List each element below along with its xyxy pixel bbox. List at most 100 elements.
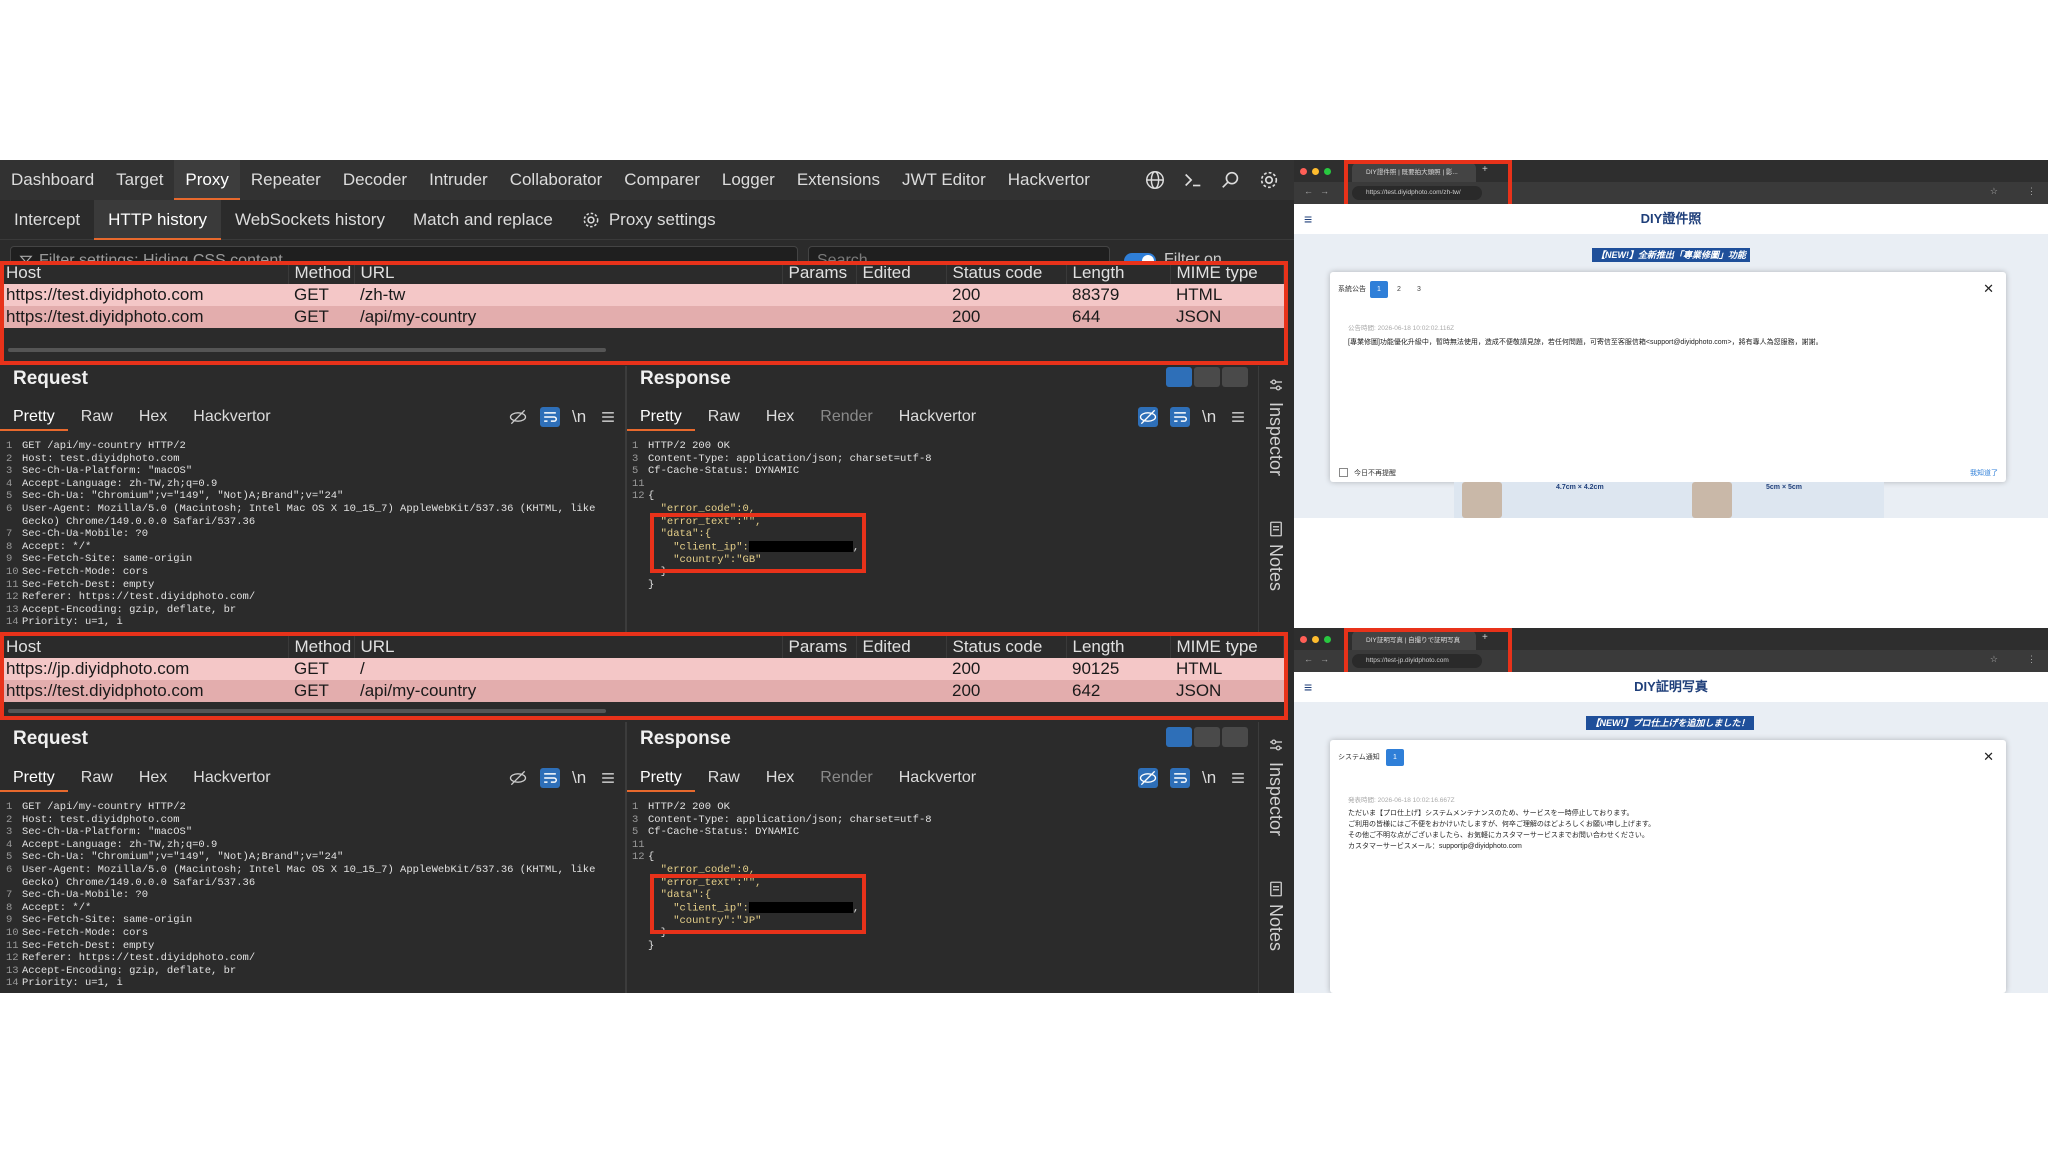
new-tab-icon[interactable]: + — [1482, 632, 1488, 643]
tab-pretty[interactable]: Pretty — [627, 403, 695, 431]
tab-hackvertor[interactable]: Hackvertor — [886, 764, 989, 792]
wrap-icon[interactable] — [540, 768, 560, 788]
table-row[interactable]: https://test.diyidphoto.com GET /api/my-… — [0, 680, 1284, 702]
tab-dashboard[interactable]: Dashboard — [0, 160, 105, 200]
back-arrow-icon[interactable]: ← — [1304, 186, 1313, 196]
col-mime[interactable]: MIME type — [1170, 636, 1284, 658]
tab-hackvertor[interactable]: Hackvertor — [180, 403, 283, 431]
col-status[interactable]: Status code — [946, 262, 1067, 284]
notes-icon[interactable] — [1267, 880, 1285, 898]
notes-label[interactable]: Notes — [1265, 904, 1286, 951]
tab-match-and-replace[interactable]: Match and replace — [399, 200, 567, 240]
wrap-icon[interactable] — [1170, 407, 1190, 427]
page-button-1[interactable]: 1 — [1370, 281, 1388, 298]
globe-icon[interactable] — [1144, 169, 1166, 191]
notes-label[interactable]: Notes — [1265, 544, 1286, 591]
tab-pretty[interactable]: Pretty — [0, 403, 68, 431]
dont-remind-checkbox[interactable] — [1339, 468, 1348, 477]
col-host[interactable]: Host — [0, 636, 289, 658]
forward-arrow-icon[interactable]: → — [1320, 654, 1329, 664]
star-icon[interactable]: ☆ — [1990, 654, 1998, 665]
tab-repeater[interactable]: Repeater — [240, 160, 332, 200]
notes-icon[interactable] — [1267, 520, 1285, 538]
request-editor[interactable]: 1 GET /api/my-country HTTP/2 2 Host: test.d… — [2, 440, 620, 630]
menu-icon[interactable] — [1228, 768, 1248, 788]
minimize-window-button[interactable] — [1312, 168, 1319, 175]
eye-off-icon[interactable] — [1138, 768, 1158, 788]
gear-icon[interactable] — [1258, 169, 1280, 191]
page-button-1[interactable]: 1 — [1386, 749, 1404, 766]
tab-raw[interactable]: Raw — [68, 403, 126, 431]
tab-hex[interactable]: Hex — [126, 403, 180, 431]
newline-toggle[interactable]: \n — [572, 768, 586, 788]
sliders-icon[interactable] — [1267, 376, 1285, 394]
tab-hackvertor[interactable]: Hackvertor — [180, 764, 283, 792]
tab-hackvertor[interactable]: Hackvertor — [997, 160, 1101, 200]
filter-settings-field[interactable]: Filter settings: Hiding CSS content — [10, 246, 798, 262]
menu-icon[interactable] — [598, 768, 618, 788]
close-icon[interactable]: ✕ — [1983, 749, 1994, 765]
request-editor[interactable]: 1 GET /api/my-country HTTP/2 2 Host: test.d… — [2, 801, 620, 991]
newline-toggle[interactable]: \n — [572, 407, 586, 427]
hamburger-menu-icon[interactable]: ≡ — [1304, 204, 1312, 234]
tab-intercept[interactable]: Intercept — [0, 200, 94, 240]
more-icon[interactable]: ⋮ — [2027, 654, 2036, 665]
url-field[interactable]: https://test-jp.diyidphoto.com — [1352, 654, 1482, 668]
more-icon[interactable]: ⋮ — [2027, 186, 2036, 197]
wrap-icon[interactable] — [540, 407, 560, 427]
col-mime[interactable]: MIME type — [1170, 262, 1284, 284]
minimize-window-button[interactable] — [1312, 636, 1319, 643]
tab-logger[interactable]: Logger — [711, 160, 786, 200]
col-url[interactable]: URL — [354, 262, 783, 284]
terminal-icon[interactable] — [1182, 169, 1204, 191]
tabs-layout-button[interactable] — [1222, 727, 1248, 747]
tab-pretty[interactable]: Pretty — [627, 764, 695, 792]
toggle-switch[interactable] — [1124, 253, 1156, 262]
back-arrow-icon[interactable]: ← — [1304, 654, 1313, 664]
tab-websockets-history[interactable]: WebSockets history — [221, 200, 399, 240]
tab-proxy[interactable]: Proxy — [174, 160, 240, 200]
tab-render[interactable]: Render — [807, 764, 885, 792]
tab-extensions[interactable]: Extensions — [786, 160, 891, 200]
tab-intruder[interactable]: Intruder — [418, 160, 499, 200]
split-horizontal-button[interactable] — [1166, 727, 1192, 747]
eye-off-icon[interactable] — [1138, 407, 1158, 427]
split-vertical-button[interactable] — [1194, 727, 1220, 747]
tab-hex[interactable]: Hex — [126, 764, 180, 792]
split-vertical-button[interactable] — [1194, 367, 1220, 387]
col-params[interactable]: Params — [782, 636, 857, 658]
eye-off-icon[interactable] — [508, 768, 528, 788]
tab-pretty[interactable]: Pretty — [0, 764, 68, 792]
proxy-settings-button[interactable]: Proxy settings — [567, 200, 730, 240]
table-row[interactable]: https://test.diyidphoto.com GET /zh-tw 2… — [0, 284, 1284, 306]
col-url[interactable]: URL — [354, 636, 783, 658]
page-button-2[interactable]: 2 — [1390, 281, 1408, 298]
tab-http-history[interactable]: HTTP history — [94, 199, 222, 240]
table-row[interactable]: https://jp.diyidphoto.com GET / 200 9012… — [0, 658, 1284, 680]
tab-comparer[interactable]: Comparer — [613, 160, 711, 200]
star-icon[interactable]: ☆ — [1990, 186, 1998, 197]
browser-tab[interactable]: DIY證件照 | 既要拍大頭照 | 影... — [1352, 163, 1476, 182]
close-window-button[interactable] — [1300, 168, 1307, 175]
menu-icon[interactable] — [1228, 407, 1248, 427]
close-icon[interactable]: ✕ — [1983, 281, 1994, 297]
col-edited[interactable]: Edited — [856, 262, 947, 284]
menu-icon[interactable] — [598, 407, 618, 427]
eye-off-icon[interactable] — [508, 407, 528, 427]
tab-raw[interactable]: Raw — [695, 403, 753, 431]
tabs-layout-button[interactable] — [1222, 367, 1248, 387]
response-editor[interactable]: 1 HTTP/2 200 OK 3 Content-Type: application… — [628, 440, 1248, 630]
search-icon[interactable] — [1220, 169, 1242, 191]
new-tab-icon[interactable]: + — [1482, 164, 1488, 175]
tab-jwt-editor[interactable]: JWT Editor — [891, 160, 997, 200]
tab-raw[interactable]: Raw — [695, 764, 753, 792]
got-it-button[interactable]: 我知道了 — [1970, 468, 1998, 478]
col-host[interactable]: Host — [0, 262, 289, 284]
newline-toggle[interactable]: \n — [1202, 768, 1216, 788]
col-method[interactable]: Method — [288, 262, 355, 284]
zoom-window-button[interactable] — [1324, 636, 1331, 643]
col-length[interactable]: Length — [1066, 262, 1171, 284]
browser-tab[interactable]: DIY証明写真 | 自撮りで証明写真 — [1352, 631, 1476, 650]
inspector-label[interactable]: Inspector — [1265, 762, 1286, 836]
forward-arrow-icon[interactable]: → — [1320, 186, 1329, 196]
